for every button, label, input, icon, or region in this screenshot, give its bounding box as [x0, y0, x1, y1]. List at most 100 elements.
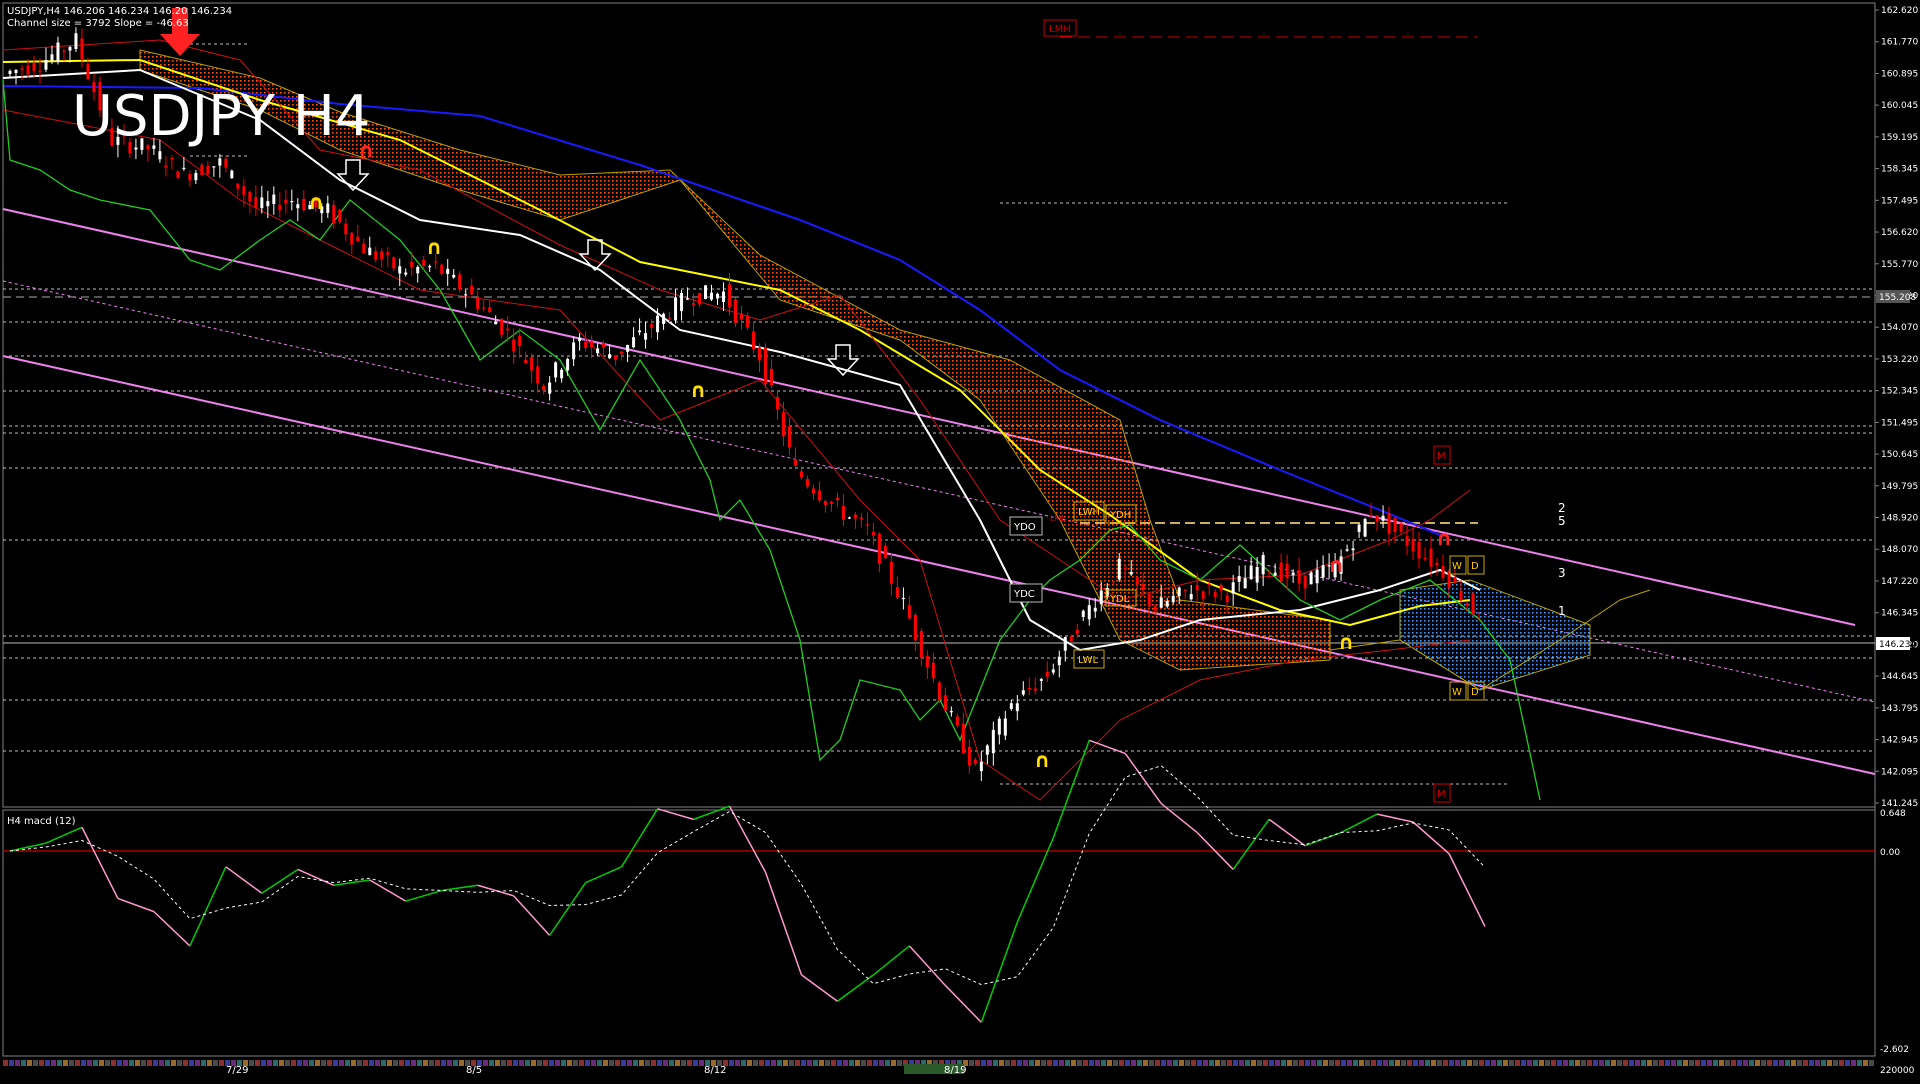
time-strip-cell	[537, 1060, 542, 1066]
time-strip-cell	[1629, 1060, 1634, 1066]
time-strip-cell	[1593, 1060, 1598, 1066]
price-tick-label: 141.245	[1881, 799, 1918, 809]
candle-body	[656, 315, 660, 333]
candle-body	[686, 298, 690, 300]
candle-body	[650, 324, 654, 328]
time-strip-cell	[1359, 1060, 1364, 1066]
time-strip-cell	[561, 1060, 566, 1066]
candle-body	[775, 396, 779, 410]
time-strip-cell	[1317, 1060, 1322, 1066]
price-tick-label: 158.345	[1881, 165, 1918, 175]
tag-w-upper: W	[1452, 561, 1462, 572]
time-label-1: 8/5	[466, 1065, 482, 1076]
candle-body	[841, 506, 845, 520]
time-strip-cell	[1569, 1060, 1574, 1066]
time-strip-cell	[1449, 1060, 1454, 1066]
time-strip-cell	[1737, 1060, 1742, 1066]
chart-window[interactable]: ∩ ∩ ∩ ∩ ∩ ∩ ∩ ∩ LMH YDO YDC LWH YDH YDL …	[0, 0, 1920, 1080]
candle-body	[877, 533, 881, 565]
time-strip-cell	[3, 1060, 8, 1066]
time-strip-cell	[1245, 1060, 1250, 1066]
time-strip-cell	[627, 1060, 632, 1066]
candle-body	[1009, 703, 1013, 709]
candle-body	[931, 662, 935, 679]
candle-body	[1429, 548, 1433, 567]
time-strip-cell	[1035, 1060, 1040, 1066]
candle-body	[284, 199, 288, 204]
time-strip-cell	[513, 1060, 518, 1066]
time-strip-cell	[1335, 1060, 1340, 1066]
time-strip-cell	[1563, 1060, 1568, 1066]
candle-body	[260, 197, 264, 209]
macd-signal-line	[9, 765, 1486, 986]
time-strip-cell	[111, 1060, 116, 1066]
time-strip-cell	[849, 1060, 854, 1066]
svg-text:∩: ∩	[1436, 526, 1452, 550]
candle-body	[1189, 593, 1193, 600]
candle-body	[1321, 565, 1325, 578]
time-strip-cell	[1641, 1060, 1646, 1066]
time-strip-cell	[1353, 1060, 1358, 1066]
time-strip-cell	[1203, 1060, 1208, 1066]
candle-body	[74, 33, 78, 49]
candle-body	[272, 194, 276, 205]
candle-body	[566, 358, 570, 371]
candle-body	[212, 166, 216, 168]
time-strip-cell	[795, 1060, 800, 1066]
time-strip-cell	[519, 1060, 524, 1066]
time-strip-cell	[267, 1060, 272, 1066]
candle-body	[392, 257, 396, 269]
price-tick-label: 144.645	[1881, 672, 1918, 682]
candle-body	[326, 203, 330, 213]
time-strip-cell	[1257, 1060, 1262, 1066]
time-strip-cell	[1707, 1060, 1712, 1066]
candle-body	[254, 196, 258, 208]
macd-segment	[549, 882, 587, 936]
macd-panel-frame	[2, 809, 1876, 1057]
time-strip-cell	[345, 1060, 350, 1066]
time-strip-cell	[819, 1060, 824, 1066]
candle-body	[554, 362, 558, 378]
macd-segment	[1340, 813, 1378, 834]
time-strip-cell	[1125, 1060, 1130, 1066]
time-strip-cell	[1785, 1060, 1790, 1066]
candle-body	[1471, 593, 1475, 615]
candle-body	[290, 200, 294, 203]
candle-body	[1207, 583, 1211, 586]
candle-body	[913, 614, 917, 641]
candle-body	[769, 368, 773, 386]
macd-segment	[980, 921, 1019, 1023]
candle-body	[925, 655, 929, 668]
time-strip-cell	[1329, 1060, 1334, 1066]
candle-body	[386, 252, 390, 255]
candle-body	[446, 268, 450, 274]
time-strip-cell	[1071, 1060, 1076, 1066]
candle-body	[1027, 687, 1031, 690]
time-strip-cell	[483, 1060, 488, 1066]
tag-ydl: YDL	[1109, 594, 1130, 605]
time-strip-cell	[189, 1060, 194, 1066]
candle-body	[1087, 605, 1091, 620]
macd-segment	[45, 826, 83, 844]
time-strip-cell	[789, 1060, 794, 1066]
time-strip-cell	[1011, 1060, 1016, 1066]
candle-body	[1183, 589, 1187, 591]
time-strip-cell	[567, 1060, 572, 1066]
candle-body	[398, 266, 402, 274]
candle-body	[1399, 523, 1403, 532]
candle-body	[805, 478, 809, 487]
tag-ydh: YDH	[1109, 510, 1131, 521]
candle-body	[1225, 595, 1229, 603]
candle-body	[704, 285, 708, 299]
candle-body	[1303, 575, 1307, 589]
time-strip-cell	[1275, 1060, 1280, 1066]
candle-body	[470, 285, 474, 295]
time-strip-cell	[621, 1060, 626, 1066]
candle-body	[530, 357, 534, 371]
time-strip-cell	[423, 1060, 428, 1066]
time-strip-cell	[207, 1060, 212, 1066]
chart-svg[interactable]: ∩ ∩ ∩ ∩ ∩ ∩ ∩ ∩ LMH YDO YDC LWH YDH YDL …	[0, 0, 1920, 1080]
price-tick-label: 161.770	[1881, 38, 1918, 48]
time-strip-cell	[663, 1060, 668, 1066]
time-strip-cell	[525, 1060, 530, 1066]
